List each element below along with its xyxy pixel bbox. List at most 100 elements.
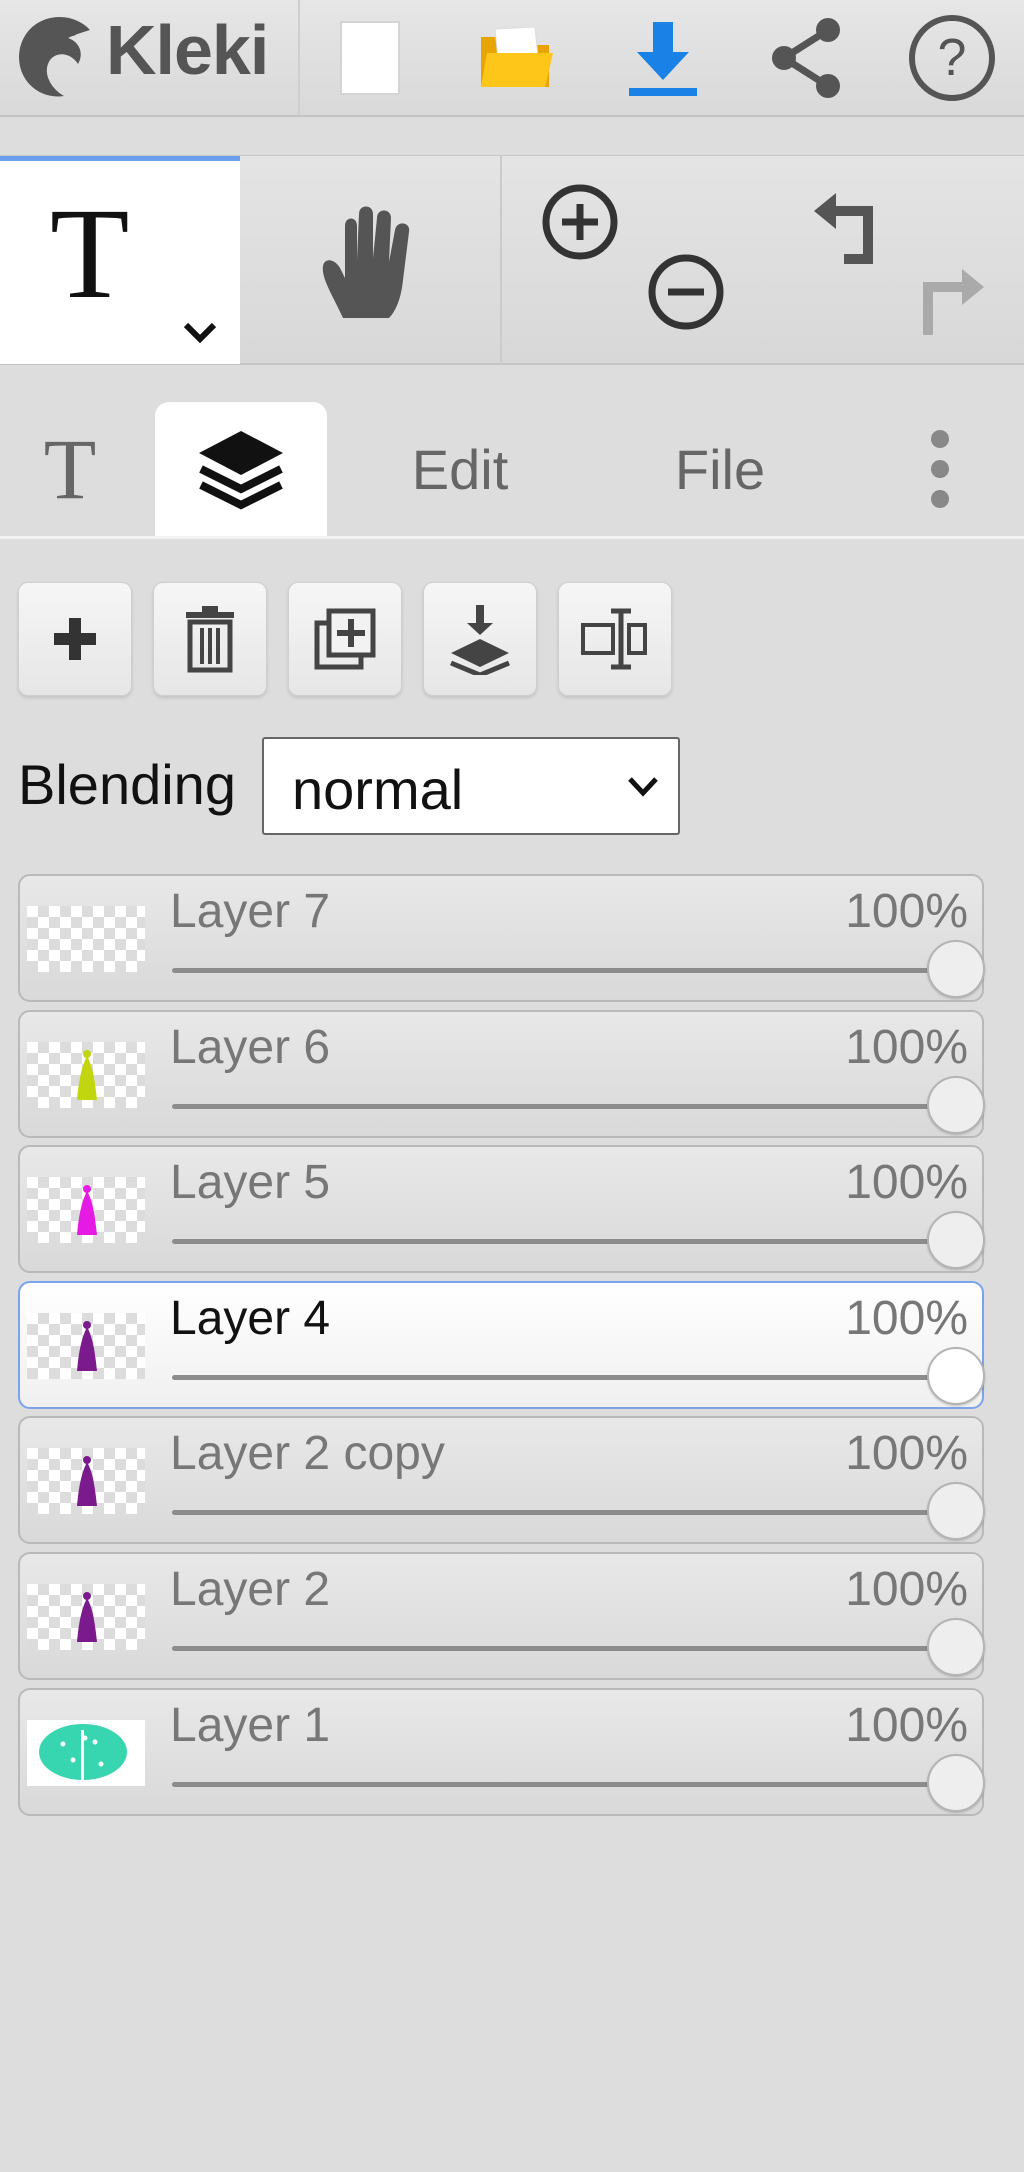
opacity-slider-handle[interactable] (927, 1618, 985, 1676)
panel-tabs: T Edit File (0, 402, 1024, 539)
redo-icon (923, 269, 984, 335)
layer-thumbnail-art (77, 1321, 97, 1371)
zoom-out-icon (648, 254, 724, 330)
layer-thumbnail-art (77, 1456, 97, 1506)
layer-item[interactable]: Layer 4 100% (18, 1281, 985, 1409)
blending-select[interactable]: normal (262, 737, 680, 835)
merge-down-button[interactable] (423, 582, 537, 696)
text-tool-button[interactable]: T (0, 156, 240, 364)
layer-item[interactable]: Layer 2 copy 100% (18, 1416, 985, 1544)
divider (298, 0, 300, 115)
new-document-icon (340, 20, 400, 95)
duplicate-icon (314, 608, 376, 670)
layer-opacity: 100% (845, 1427, 968, 1480)
tab-tool[interactable]: T (0, 402, 140, 536)
more-menu-button[interactable] (900, 402, 980, 536)
layer-thumbnail (27, 1313, 145, 1379)
hand-tool-button[interactable] (240, 156, 500, 364)
text-tool-icon: T (50, 182, 130, 326)
tool-row: T (0, 155, 1024, 365)
layer-name: Layer 7 (170, 885, 331, 938)
opacity-slider-handle[interactable] (927, 1076, 985, 1134)
help-button[interactable]: ? (892, 0, 1012, 115)
layer-opacity: 100% (845, 1021, 968, 1074)
top-bar: Kleki ? (0, 0, 1024, 117)
layer-name: Layer 2 copy (170, 1427, 445, 1480)
duplicate-layer-button[interactable] (288, 582, 402, 696)
tab-layers[interactable] (155, 402, 327, 536)
layer-thumbnail-art (77, 1050, 97, 1100)
layer-opacity: 100% (845, 1699, 968, 1752)
opacity-slider[interactable] (172, 1375, 952, 1380)
kleki-logo-icon (19, 17, 90, 97)
layer-item[interactable]: Layer 2 100% (18, 1552, 985, 1680)
layer-thumbnail (27, 1720, 145, 1786)
opacity-slider[interactable] (172, 1646, 952, 1651)
svg-text:?: ? (938, 29, 967, 87)
opacity-slider-handle[interactable] (927, 940, 985, 998)
layer-name: Layer 5 (170, 1156, 331, 1209)
blending-label: Blending (18, 753, 236, 816)
layer-opacity: 100% (845, 1156, 968, 1209)
opacity-slider-handle[interactable] (927, 1754, 985, 1812)
opacity-slider[interactable] (172, 1510, 952, 1515)
opacity-slider[interactable] (172, 1239, 952, 1244)
layer-thumbnail (27, 1448, 145, 1514)
hand-icon (322, 206, 410, 318)
layer-thumbnail-art (27, 1720, 145, 1786)
open-button[interactable] (457, 0, 577, 115)
opacity-slider-handle[interactable] (927, 1347, 985, 1405)
rename-icon (581, 608, 647, 670)
trash-icon (186, 606, 234, 673)
layer-opacity: 100% (845, 1292, 968, 1345)
new-image-button[interactable] (311, 0, 431, 115)
help-icon: ? (909, 14, 995, 101)
layer-item[interactable]: Layer 1 100% (18, 1688, 985, 1816)
zoom-in-button[interactable] (530, 182, 630, 262)
zoom-out-button[interactable] (636, 252, 736, 332)
layer-thumbnail-art (77, 1592, 97, 1642)
merge-down-icon (450, 605, 510, 675)
divider (500, 156, 502, 364)
rename-layer-button[interactable] (558, 582, 672, 696)
layer-opacity: 100% (845, 885, 968, 938)
tab-edit-label: Edit (411, 437, 509, 501)
zoom-in-icon (542, 184, 618, 260)
layer-thumbnail (27, 1042, 145, 1108)
layer-thumbnail (27, 1177, 145, 1243)
opacity-slider-handle[interactable] (927, 1482, 985, 1540)
undo-icon (814, 193, 873, 264)
layers-icon (199, 431, 283, 510)
plus-icon (54, 618, 96, 660)
tab-file-label: File (674, 437, 766, 501)
tab-edit[interactable]: Edit (360, 402, 560, 536)
layer-thumbnail-art (77, 1185, 97, 1235)
tab-file[interactable]: File (620, 402, 820, 536)
chevron-down-icon[interactable] (180, 319, 220, 347)
tab-tool-label: T (43, 421, 97, 517)
save-button[interactable] (603, 0, 723, 115)
more-vertical-icon (931, 430, 949, 508)
layer-item[interactable]: Layer 6 100% (18, 1010, 985, 1138)
opacity-slider[interactable] (172, 968, 952, 973)
app-name: Kleki (106, 11, 269, 89)
opacity-slider-handle[interactable] (927, 1211, 985, 1269)
share-button[interactable] (746, 0, 866, 115)
layer-thumbnail (27, 1584, 145, 1650)
opacity-slider[interactable] (172, 1782, 952, 1787)
blending-value: normal (292, 758, 464, 821)
layer-item[interactable]: Layer 7 100% (18, 874, 985, 1002)
layer-name: Layer 4 (170, 1292, 331, 1345)
undo-button[interactable] (800, 182, 900, 272)
layer-opacity: 100% (845, 1563, 968, 1616)
redo-button[interactable] (898, 256, 998, 346)
layer-name: Layer 2 (170, 1563, 331, 1616)
delete-layer-button[interactable] (153, 582, 267, 696)
opacity-slider[interactable] (172, 1104, 952, 1109)
layer-name: Layer 6 (170, 1021, 331, 1074)
download-icon (629, 21, 697, 96)
kleki-logo[interactable]: Kleki (8, 0, 298, 117)
share-icon (772, 17, 840, 98)
add-layer-button[interactable] (18, 582, 132, 696)
layer-item[interactable]: Layer 5 100% (18, 1145, 985, 1273)
